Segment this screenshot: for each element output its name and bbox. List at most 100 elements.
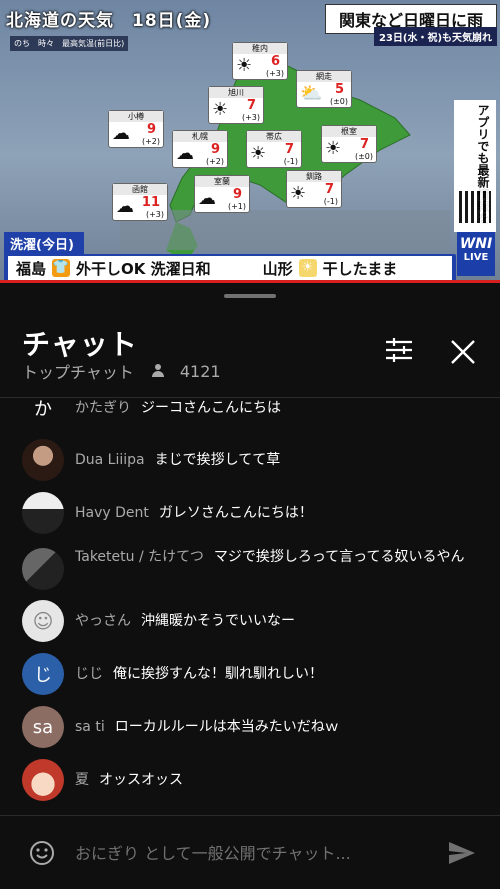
city-name: 根室 (322, 126, 376, 137)
avatar[interactable] (22, 548, 64, 590)
message-author[interactable]: じじ (75, 666, 103, 682)
city-diff: (+3) (241, 113, 260, 122)
city-card: 小樽 ☁ 9 (+2) (108, 110, 164, 148)
weather-icon: ☁ (198, 188, 216, 209)
avatar[interactable] (22, 759, 64, 801)
map-legend: のち 時々 最高気温(前日比) (10, 36, 129, 51)
message-text: ジーコさんこんにちは (141, 400, 281, 416)
avatar[interactable]: sa (22, 706, 64, 748)
ticker-place: 福島 (16, 259, 47, 278)
chat-input[interactable] (75, 841, 415, 865)
message-author[interactable]: sa ti (75, 719, 105, 735)
input-divider (0, 815, 500, 816)
message-body: 夏オッスオッス (75, 769, 475, 791)
weather-icon: ☀ (325, 138, 342, 159)
weather-icon: ☀ (212, 99, 229, 120)
message-author[interactable]: Dua Liiipa (75, 452, 145, 468)
message-author[interactable]: かたぎり (75, 400, 131, 416)
ticker-content: 福島 👕 外干しOK 洗濯日和 山形 ☀ 干したまま (8, 256, 452, 280)
live-label: LIVE (463, 252, 489, 263)
close-button[interactable] (446, 335, 480, 369)
qr-code-icon (456, 188, 494, 226)
message-author[interactable]: Taketetu / たけてつ (75, 549, 204, 565)
city-card: 釧路 ☀ 7 (-1) (286, 170, 342, 208)
legend-item: のち (14, 39, 30, 48)
weather-icon: ☁ (176, 143, 194, 164)
message-body: やっさん 沖縄暖かそうでいいなー (75, 610, 475, 632)
city-name: 室蘭 (195, 176, 249, 187)
city-diff: (+1) (227, 202, 246, 211)
message-body: かたぎり ジーコさんこんにちは (75, 398, 475, 419)
city-name: 釧路 (287, 171, 341, 182)
city-high: 9 (146, 122, 156, 137)
channel-logo: WNI LIVE (457, 232, 495, 276)
laundry-forecast-ticker: 洗濯(今日) 福島 👕 外干しOK 洗濯日和 山形 ☀ 干したまま (0, 230, 456, 283)
logo-text: WNI (459, 236, 493, 252)
city-high: 7 (359, 137, 369, 152)
send-button[interactable] (446, 839, 478, 867)
city-high: 7 (284, 142, 294, 157)
chat-mode-label[interactable]: トップチャット (22, 359, 134, 383)
drying-icon: ☀ (298, 259, 317, 277)
emoji-button[interactable] (28, 839, 56, 867)
weather-icon: ☁ (116, 196, 134, 217)
message-author[interactable]: Havy Dent (75, 505, 149, 521)
city-name: 稚内 (233, 43, 287, 54)
city-card: 網走 ⛅ 5 (±0) (296, 70, 352, 108)
city-card: 旭川 ☀ 7 (+3) (208, 86, 264, 124)
weather-icon: ☀ (236, 55, 253, 76)
chat-message-list[interactable]: か かたぎり ジーコさんこんにちは Dua Liiipa まじで挨拶してて草 Hav… (0, 398, 500, 814)
avatar[interactable]: ☺ (22, 600, 64, 642)
sliders-icon (386, 338, 412, 362)
city-high: 7 (324, 182, 334, 197)
weather-icon: ☀ (250, 143, 267, 164)
avatar[interactable]: か (22, 398, 64, 429)
city-high: 5 (334, 82, 344, 97)
message-text: まじで挨拶してて草 (154, 452, 281, 468)
message-text: ローカルルールは本当みたいだねｗ (114, 719, 339, 735)
city-high: 9 (210, 142, 220, 157)
city-diff: (-1) (283, 157, 298, 166)
drag-handle[interactable] (224, 294, 276, 298)
city-name: 函館 (113, 184, 167, 195)
city-name: 札幌 (173, 131, 227, 142)
message-text: 俺に挨拶すんな！馴れ馴れしい！ (113, 666, 323, 682)
broadcast-title: 北海道の天気 18日(金) (6, 11, 212, 31)
message-body: じじ 俺に挨拶すんな！馴れ馴れしい！ (75, 663, 475, 685)
city-name: 帯広 (247, 131, 301, 142)
message-author[interactable]: やっさん (75, 613, 131, 629)
weather-icon: ☁ (112, 123, 130, 144)
avatar[interactable] (22, 492, 64, 534)
avatar[interactable] (22, 439, 64, 481)
chat-mode-selector[interactable]: トップチャット 4121 (22, 359, 221, 383)
avatar[interactable]: じ (22, 653, 64, 695)
message-body: Havy Dent ガレソさんこんにちは！ (75, 502, 475, 524)
legend-item: 時々 (38, 39, 54, 48)
city-diff: (±0) (354, 152, 373, 161)
emoji-icon (30, 841, 54, 865)
city-diff: (+3) (145, 210, 164, 219)
city-name: 小樽 (109, 111, 163, 122)
city-diff: (+2) (141, 137, 160, 146)
ticker-place: 山形 (262, 259, 293, 278)
message-text: オッスオッス (99, 772, 183, 788)
city-diff: (+2) (205, 157, 224, 166)
message-text: 沖縄暖かそうでいいなー (141, 613, 295, 629)
chat-title: チャット (22, 328, 138, 361)
city-diff: (-1) (323, 197, 338, 206)
message-body: sa ti ローカルルールは本当みたいだねｗ (75, 716, 475, 738)
city-high: 9 (232, 187, 242, 202)
video-player[interactable]: 北海道の天気 18日(金) のち 時々 最高気温(前日比) 関東など日曜日に雨 … (0, 0, 500, 283)
message-text: マジで挨拶しろって言ってる奴いるやん (213, 549, 465, 565)
filter-settings-button[interactable] (382, 335, 416, 365)
send-icon (449, 842, 475, 864)
city-card: 根室 ☀ 7 (±0) (321, 125, 377, 163)
legend-item: 最高気温(前日比) (62, 39, 125, 48)
city-high: 7 (246, 98, 256, 113)
city-high: 11 (141, 195, 160, 210)
ticker-tag: 洗濯(今日) (4, 232, 84, 255)
news-subline: 23日(水・祝)も天気崩れ (374, 27, 497, 46)
live-chat-panel: チャット トップチャット 4121 か かたぎり ジーコさんこんにちは Dua … (0, 283, 500, 889)
message-author[interactable]: 夏 (75, 772, 89, 788)
city-card: 稚内 ☀ 6 (+3) (232, 42, 288, 80)
